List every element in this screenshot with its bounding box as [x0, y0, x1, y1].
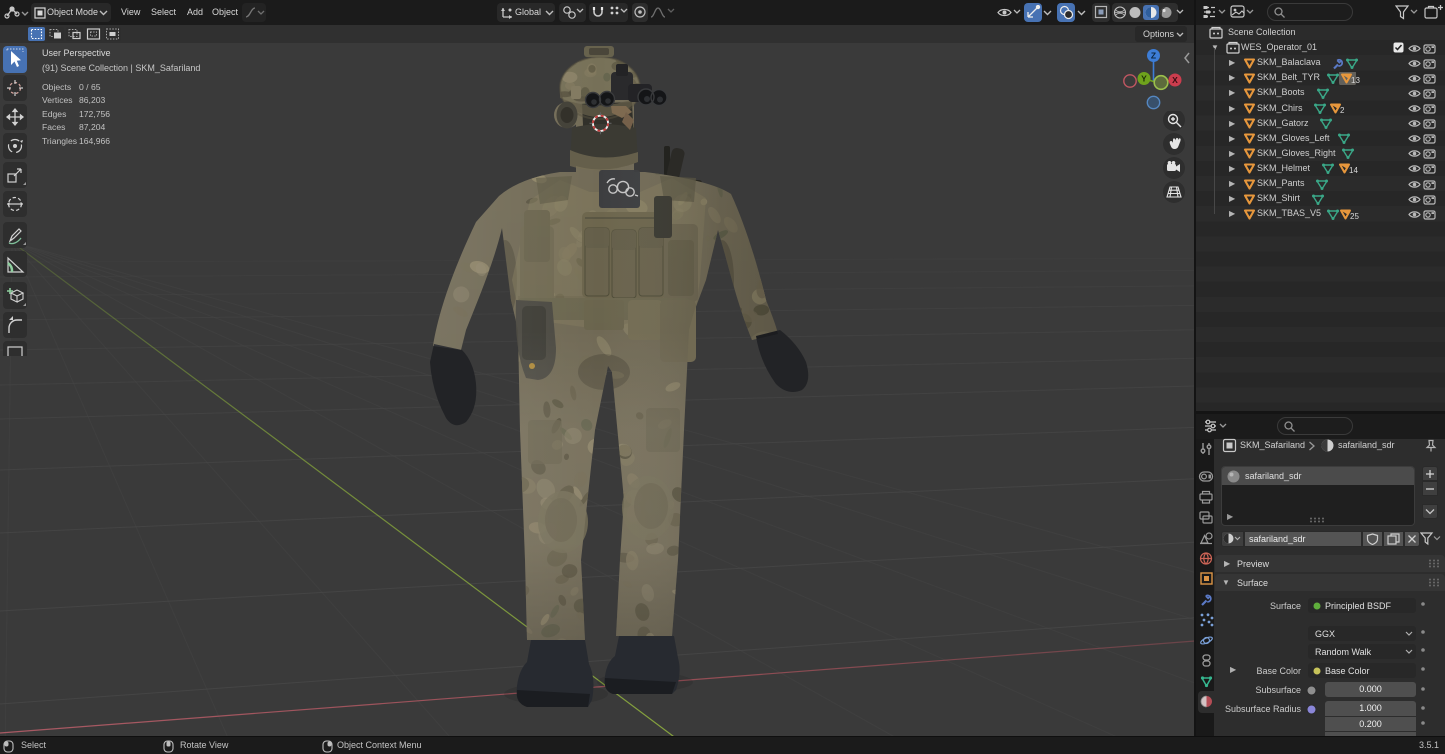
- svg-text:Y: Y: [1141, 74, 1147, 84]
- svg-text:Z: Z: [1151, 51, 1156, 61]
- svg-text:X: X: [1172, 75, 1178, 85]
